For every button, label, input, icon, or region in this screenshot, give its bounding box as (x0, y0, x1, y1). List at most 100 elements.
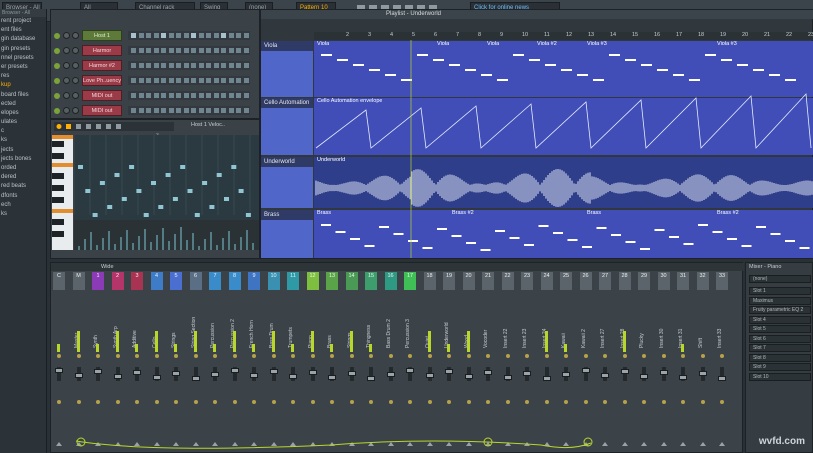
step-button[interactable] (221, 93, 226, 98)
step-button[interactable] (131, 63, 136, 68)
mixer-pan-knob[interactable] (96, 400, 100, 404)
volume-fader[interactable] (581, 368, 590, 373)
volume-fader[interactable] (445, 369, 453, 374)
channel-volume-knob[interactable] (72, 92, 79, 99)
piano-roll-notes[interactable] (73, 135, 259, 250)
channel-led[interactable] (54, 93, 60, 99)
browser-item[interactable]: rent project (0, 17, 46, 26)
mixer-pan-knob[interactable] (661, 400, 666, 404)
mixer-effect-slot[interactable]: Slot 1 (749, 287, 811, 295)
browser-item[interactable]: ulates (0, 118, 46, 127)
mixer-send-knob[interactable] (661, 354, 666, 358)
mixer-channel-number[interactable]: 10 (267, 272, 280, 290)
browser-item[interactable]: ks (0, 210, 46, 219)
step-button[interactable] (131, 108, 136, 113)
mixer-channel-number[interactable]: 14 (345, 272, 358, 290)
mixer-channel-number[interactable]: 21 (482, 272, 494, 290)
step-button[interactable] (138, 108, 144, 113)
volume-fader[interactable] (464, 374, 473, 379)
channel-pan-knob[interactable] (63, 32, 70, 39)
mixer-pan-knob[interactable] (115, 400, 120, 404)
browser-item[interactable]: gin presets (0, 45, 46, 54)
mixer-pan-knob[interactable] (193, 400, 198, 404)
step-button[interactable] (168, 78, 174, 83)
mixer-channel[interactable]: 2Synth Arp (111, 272, 125, 452)
step-button[interactable] (138, 33, 144, 38)
channel-pan-knob[interactable] (63, 107, 70, 114)
volume-fader[interactable] (289, 374, 297, 379)
mixer-send-knob[interactable] (544, 354, 549, 358)
channel-led[interactable] (54, 108, 60, 114)
step-button[interactable] (183, 93, 189, 98)
mixer-channel-number[interactable]: 11 (287, 272, 299, 290)
step-button[interactable] (228, 78, 234, 83)
volume-fader[interactable] (152, 375, 161, 380)
mixer-channel-number[interactable]: 27 (599, 272, 611, 290)
mixer-channel[interactable]: 12Piano (306, 272, 320, 452)
channel-pan-knob[interactable] (63, 47, 70, 54)
mixer-channel[interactable]: 27 Insert 27 (599, 272, 612, 452)
mixer-channel-number[interactable]: 25 (560, 272, 572, 290)
mixer-pan-knob[interactable] (544, 400, 549, 404)
step-button[interactable] (191, 48, 196, 53)
channel-pan-knob[interactable] (63, 62, 70, 69)
step-button[interactable] (191, 93, 196, 98)
volume-fader[interactable] (308, 370, 317, 375)
step-button[interactable] (236, 108, 241, 113)
browser-item[interactable]: ech (0, 201, 46, 210)
step-button[interactable] (153, 33, 159, 38)
volume-fader[interactable] (172, 371, 180, 376)
volume-fader[interactable] (406, 368, 414, 373)
step-button[interactable] (161, 48, 166, 53)
browser-item[interactable]: dered (0, 173, 46, 182)
volume-fader[interactable] (484, 370, 492, 375)
step-button[interactable] (198, 108, 204, 113)
step-button[interactable] (161, 63, 166, 68)
step-button[interactable] (198, 78, 204, 83)
mixer-channel[interactable]: 4Cello (150, 272, 164, 452)
piano-roll-tool-icons[interactable] (54, 122, 174, 131)
mixer-channel-number[interactable]: 24 (540, 272, 553, 290)
step-button[interactable] (206, 33, 211, 38)
mixer-channel[interactable]: 29 Plucky (638, 272, 651, 452)
volume-fader[interactable] (133, 370, 141, 375)
mixer-pan-knob[interactable] (76, 400, 81, 404)
step-button[interactable] (228, 48, 234, 53)
step-button[interactable] (161, 33, 166, 38)
step-button[interactable] (176, 63, 181, 68)
playlist-content[interactable] (261, 40, 813, 258)
mixer-channel[interactable]: 1 Synth (92, 272, 105, 452)
channel-led[interactable] (54, 78, 60, 84)
step-button[interactable] (146, 93, 151, 98)
mixer-effect-slot[interactable]: Slot 5 (749, 325, 811, 333)
step-button[interactable] (243, 93, 249, 98)
piano-roll-grid[interactable] (73, 135, 259, 250)
step-button[interactable] (168, 93, 174, 98)
step-button[interactable] (191, 63, 196, 68)
channel-led[interactable] (54, 63, 60, 69)
mixer-send-knob[interactable] (388, 354, 393, 358)
step-button[interactable] (206, 93, 211, 98)
mixer-send-knob[interactable] (681, 354, 685, 358)
mixer-channel-number[interactable]: 15 (365, 272, 377, 290)
mixer-send-knob[interactable] (271, 354, 276, 358)
channel-row[interactable]: MIDI out (54, 105, 258, 117)
step-button[interactable] (221, 78, 226, 83)
channel-step-sequencer[interactable] (128, 31, 250, 40)
step-button[interactable] (236, 33, 241, 38)
mixer-effect-slot[interactable]: Slot 8 (749, 353, 811, 362)
mixer-send-knob[interactable] (700, 354, 705, 358)
mixer-channel-number[interactable]: C (53, 272, 65, 290)
mixer-send-knob[interactable] (96, 354, 100, 358)
step-button[interactable] (168, 48, 174, 53)
mixer-preset-select[interactable]: (none) (749, 275, 811, 283)
volume-fader[interactable] (230, 368, 239, 373)
mixer-send-knob[interactable] (466, 354, 471, 358)
mixer-send-knob[interactable] (369, 354, 373, 358)
mixer-send-knob[interactable] (330, 354, 334, 358)
mixer-channel-number[interactable]: 9 (248, 272, 260, 290)
channel-name-button[interactable]: MIDI out (82, 105, 122, 116)
step-button[interactable] (243, 33, 249, 38)
mixer-channel-number[interactable]: 32 (696, 272, 709, 290)
mixer-pan-knob[interactable] (349, 400, 354, 404)
